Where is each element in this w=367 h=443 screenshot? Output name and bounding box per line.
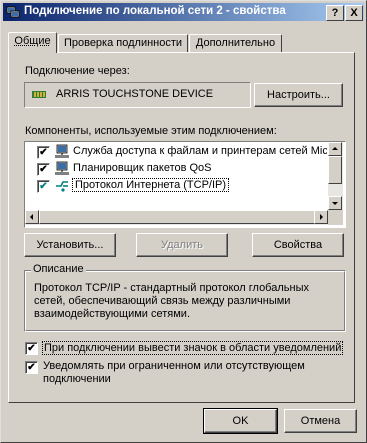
close-button[interactable]: X [345, 5, 363, 21]
scroll-thumb-horizontal[interactable] [39, 210, 315, 224]
component-checkbox[interactable]: ✔ [37, 180, 50, 193]
component-label: Планировщик пакетов QoS [73, 162, 212, 174]
network-service-icon [55, 161, 69, 175]
description-text: Протокол TCP/IP - стандартный протокол г… [34, 282, 309, 320]
device-field: ARRIS TOUCHSTONE DEVICE [24, 82, 251, 108]
component-checkbox[interactable]: ✔ [37, 146, 50, 159]
tab-authentication[interactable]: Проверка подлинности [58, 34, 188, 52]
window-title: Подключение по локальной сети 2 - свойст… [24, 5, 286, 17]
list-item-selected[interactable]: ✔ Протокол Интернета (TCP/IP) [27, 178, 327, 194]
scroll-right-button[interactable] [314, 210, 328, 224]
arrow-up-icon [332, 147, 338, 150]
description-group: Описание Протокол TCP/IP - стандартный п… [24, 263, 346, 332]
tab-advanced[interactable]: Дополнительно [189, 34, 282, 52]
arrow-left-icon [30, 214, 33, 220]
device-name: ARRIS TOUCHSTONE DEVICE [56, 88, 214, 100]
tab-advanced-label: Дополнительно [195, 37, 276, 49]
notify-label[interactable]: Уведомлять при ограниченном или отсутств… [43, 360, 333, 386]
tab-authentication-label: Проверка подлинности [63, 37, 183, 49]
components-label: Компоненты, используемые этим подключени… [25, 125, 277, 137]
ok-button[interactable]: OK [203, 408, 278, 434]
help-button[interactable]: ? [326, 5, 344, 21]
notify-checkbox[interactable]: ✔ [25, 361, 38, 374]
network-service-icon [55, 144, 69, 158]
show-icon-label[interactable]: При подключении вывести значок в области… [42, 341, 344, 355]
components-list[interactable]: ✔ Служба доступа к файлам и принтерам се… [24, 141, 346, 228]
vertical-scrollbar[interactable] [328, 142, 343, 210]
horizontal-scrollbar[interactable] [25, 210, 328, 225]
network-connection-icon [6, 6, 20, 18]
properties-button[interactable]: Свойства [252, 233, 344, 257]
protocol-icon [56, 181, 68, 192]
component-label: Служба доступа к файлам и принтерам сете… [73, 145, 327, 157]
show-icon-checkbox[interactable]: ✔ [25, 342, 38, 355]
network-adapter-icon [32, 91, 46, 98]
component-checkbox[interactable]: ✔ [37, 163, 50, 176]
properties-dialog: Подключение по локальной сети 2 - свойст… [0, 0, 367, 443]
scroll-up-button[interactable] [328, 142, 342, 156]
arrow-down-icon [332, 202, 338, 205]
connect-via-label: Подключение через: [25, 65, 130, 77]
tab-general-label: Общие [14, 35, 51, 47]
description-title: Описание [31, 263, 86, 275]
arrow-right-icon [320, 214, 323, 220]
cancel-button[interactable]: Отмена [284, 409, 357, 433]
scroll-thumb[interactable] [328, 156, 342, 184]
general-tab-panel: Подключение через: ARRIS TOUCHSTONE DEVI… [8, 52, 355, 403]
component-label: Протокол Интернета (TCP/IP) [72, 178, 230, 192]
title-bar[interactable]: Подключение по локальной сети 2 - свойст… [3, 3, 364, 21]
scroll-left-button[interactable] [25, 210, 39, 224]
scroll-down-button[interactable] [328, 196, 342, 210]
list-item[interactable]: ✔ Планировщик пакетов QoS [27, 161, 327, 177]
configure-button[interactable]: Настроить... [254, 83, 343, 107]
scrollbar-corner [328, 210, 343, 225]
remove-button[interactable]: Удалить [136, 233, 228, 257]
list-item[interactable]: ✔ Служба доступа к файлам и принтерам се… [27, 144, 327, 160]
install-button[interactable]: Установить... [24, 233, 116, 257]
tab-general[interactable]: Общие [8, 32, 57, 53]
